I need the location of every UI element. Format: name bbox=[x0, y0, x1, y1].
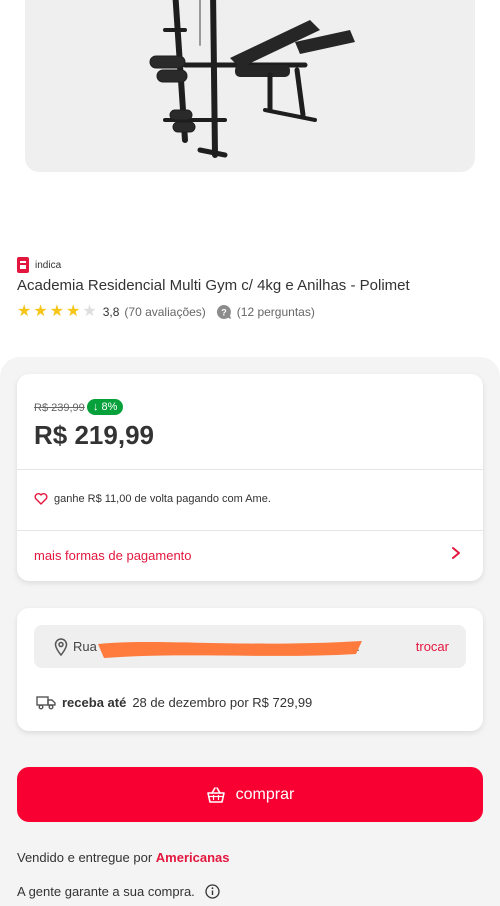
receive-detail: 28 de dezembro por R$ 729,99 bbox=[132, 694, 313, 710]
seller-info: Vendido e entregue por Americanas bbox=[17, 850, 230, 865]
old-price: R$ 239,99 bbox=[34, 402, 85, 414]
star-icon: ★ bbox=[66, 303, 81, 320]
current-price: R$ 219,99 bbox=[34, 420, 154, 450]
star-icon: ★ bbox=[49, 303, 65, 320]
reviews-link[interactable]: (70 avaliações) bbox=[124, 305, 205, 319]
address-field[interactable]: Rua ... trocar bbox=[34, 625, 466, 668]
chevron-right-icon[interactable] bbox=[451, 546, 461, 560]
heart-icon bbox=[34, 492, 48, 505]
guarantee-row[interactable]: A gente garante a sua compra. bbox=[17, 884, 220, 899]
rating-stars: ★ ★ ★ ★ ★ bbox=[17, 304, 97, 320]
info-icon[interactable] bbox=[205, 884, 220, 899]
truck-icon bbox=[36, 696, 56, 710]
redaction-mark bbox=[98, 641, 362, 658]
rating-row[interactable]: ★ ★ ★ ★ ★ 3,8 (70 avaliações) ? (12 perg… bbox=[17, 304, 315, 320]
product-title: Academia Residencial Multi Gym c/ 4kg e … bbox=[17, 277, 410, 294]
gym-equipment-image bbox=[149, 0, 355, 158]
cashback-row: ganhe R$ 11,00 de volta pagando com Ame. bbox=[34, 492, 271, 506]
rating-value: 3,8 bbox=[102, 305, 120, 319]
questions-link[interactable]: (12 perguntas) bbox=[237, 305, 315, 319]
star-empty-icon: ★ bbox=[82, 303, 97, 320]
receive-label: receba até bbox=[62, 694, 127, 710]
shipping-card: Rua ... trocar receba até 28 de dezembro… bbox=[17, 608, 483, 731]
buy-button[interactable]: comprar bbox=[17, 767, 483, 822]
more-payment-link[interactable]: mais formas de pagamento bbox=[34, 548, 192, 563]
discount-badge: ↓ 8% bbox=[87, 399, 124, 415]
location-pin-icon bbox=[54, 638, 68, 656]
question-bubble-icon: ? bbox=[216, 304, 231, 319]
star-icon: ★ bbox=[33, 303, 48, 320]
indica-badge: indica bbox=[17, 257, 61, 273]
americanas-logo-icon bbox=[17, 257, 29, 273]
divider bbox=[17, 469, 483, 470]
delivery-estimate: receba até 28 de dezembro por R$ 729,99 bbox=[36, 694, 312, 710]
basket-icon bbox=[206, 786, 225, 803]
price-card: R$ 239,99 ↓ 8% R$ 219,99 ganhe R$ 11,00 … bbox=[17, 374, 483, 581]
seller-link[interactable]: Americanas bbox=[156, 850, 230, 865]
buy-button-label: comprar bbox=[235, 785, 295, 803]
cashback-text: ganhe R$ 11,00 de volta pagando com Ame. bbox=[54, 493, 271, 505]
seller-prefix: Vendido e entregue por bbox=[17, 850, 153, 865]
guarantee-text: A gente garante a sua compra. bbox=[17, 884, 195, 899]
svg-text:?: ? bbox=[221, 308, 227, 318]
product-image[interactable] bbox=[25, 0, 475, 172]
badge-label: indica bbox=[35, 259, 62, 271]
star-icon: ★ bbox=[17, 303, 32, 320]
change-address-button[interactable]: trocar bbox=[416, 639, 449, 654]
divider bbox=[17, 530, 483, 531]
